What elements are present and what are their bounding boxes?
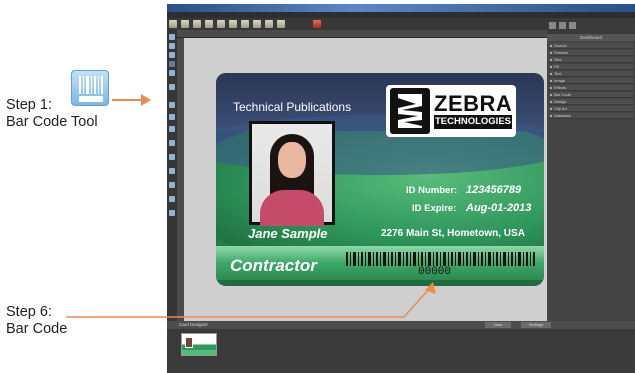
- annotation-arrows: [66, 94, 436, 318]
- step1-arrow: [112, 94, 151, 106]
- step6-leader: [66, 282, 436, 318]
